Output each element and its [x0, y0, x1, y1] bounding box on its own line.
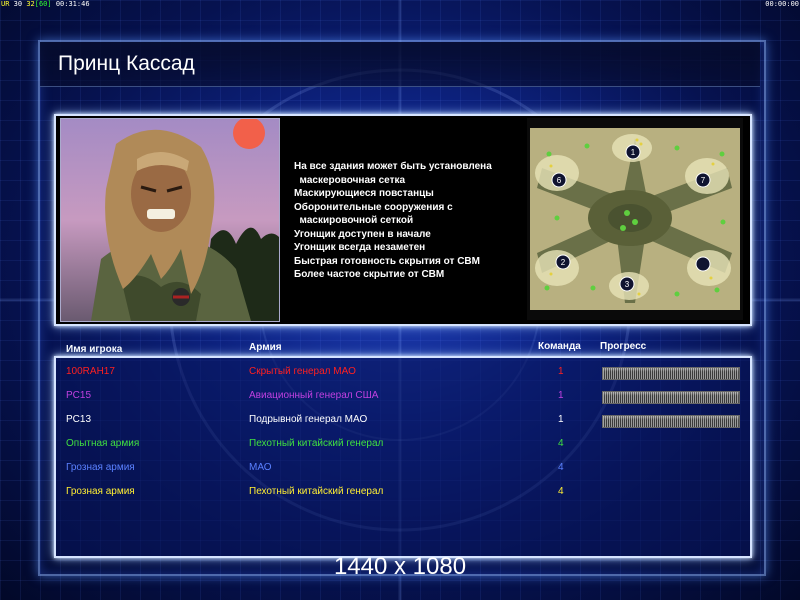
perk-item: Угонщик доступен в начале — [294, 228, 431, 240]
player-team: 4 — [558, 438, 564, 449]
player-row: Грозная армия МАО 4 — [0, 462, 800, 476]
player-row: 100RAH17 Скрытый генерал МАО 1 — [0, 366, 800, 380]
player-name: PC13 — [66, 414, 92, 425]
progress-bar — [602, 415, 740, 428]
general-perks-list: На все здания может быть установлена мас… — [294, 160, 524, 282]
progress-bar — [602, 391, 740, 404]
map-preview: 1 2 3 6 7 — [527, 118, 743, 320]
progress-bar — [602, 367, 740, 380]
status-value-c: [60] — [34, 0, 52, 8]
player-row: Грозная армия Пехотный китайский генерал 4 — [0, 486, 800, 500]
player-name: 100RAH17 — [66, 366, 115, 377]
player-name: Грозная армия — [66, 486, 135, 497]
column-header-player: Имя игрока — [66, 344, 123, 355]
player-army: Скрытый генерал МАО — [249, 366, 356, 377]
player-army: МАО — [249, 462, 272, 473]
player-name: Опытная армия — [66, 438, 140, 449]
start-position-label: 7 — [701, 176, 706, 185]
player-team: 1 — [558, 414, 564, 425]
status-bar: UR 30 32[60] 00:31:46 00:00:00 — [0, 0, 800, 9]
status-prefix: UR — [1, 0, 10, 8]
player-row: PC15 Авиационный генерал США 1 — [0, 390, 800, 404]
status-time-right: 00:00:00 — [765, 0, 799, 8]
player-team: 1 — [558, 366, 564, 377]
start-position-label: 2 — [561, 258, 566, 267]
player-team: 1 — [558, 390, 564, 401]
start-position-label: 6 — [557, 176, 562, 185]
start-position-label: 3 — [625, 280, 630, 289]
perk-item: маскировочной сеткой — [294, 215, 414, 226]
start-position-label: 1 — [631, 148, 636, 157]
player-row: PC13 Подрывной генерал МАО 1 — [0, 414, 800, 428]
resolution-label: 1440 x 1080 — [333, 553, 467, 580]
status-value-a: 30 — [13, 0, 23, 8]
perk-item: Угонщик всегда незаметен — [294, 242, 426, 253]
player-team: 4 — [558, 462, 564, 473]
status-value-b: 32 — [26, 0, 35, 8]
perk-item: Более частое скрытие от СВМ — [294, 269, 445, 280]
start-position-marker[interactable] — [695, 256, 711, 272]
perk-item: На все здания может быть установлена — [294, 161, 492, 172]
player-team: 4 — [558, 486, 564, 497]
column-header-army: Армия — [249, 342, 282, 353]
player-army: Авиационный генерал США — [249, 390, 379, 401]
player-name: PC15 — [66, 390, 92, 401]
perk-item: Маскирующиеся повстанцы — [294, 188, 434, 199]
player-row: Опытная армия Пехотный китайский генерал 4 — [0, 438, 800, 452]
status-time-left: 00:31:46 — [55, 0, 90, 8]
player-army: Подрывной генерал МАО — [249, 414, 368, 425]
perk-item: Оборонительные сооружения с — [294, 201, 453, 213]
players-panel — [54, 356, 752, 558]
perk-item: Быстрая готовность скрытия от СВМ — [294, 255, 480, 267]
general-name-title: Принц Кассад — [58, 52, 195, 75]
column-header-team: Команда — [538, 341, 581, 352]
general-portrait — [60, 118, 280, 322]
player-army: Пехотный китайский генерал — [249, 486, 384, 497]
map-image: 1 2 3 6 7 — [527, 118, 743, 320]
perk-item: маскеровочная сетка — [294, 174, 406, 186]
player-name: Грозная армия — [66, 462, 135, 473]
player-army: Пехотный китайский генерал — [249, 438, 384, 449]
column-header-progress: Прогресс — [600, 341, 647, 352]
